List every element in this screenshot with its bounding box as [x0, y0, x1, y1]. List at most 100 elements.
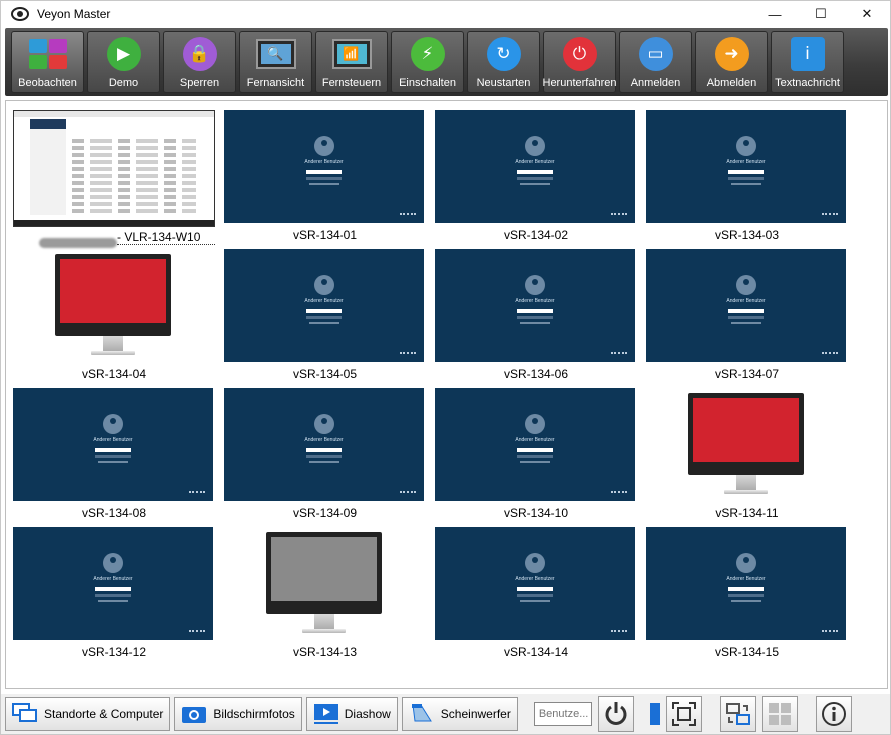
computer-tile[interactable]: Anderer Benutzer vSR-134-06 [435, 249, 637, 385]
spotlight-label: Scheinwerfer [440, 707, 511, 721]
login-screen-thumbnail: Anderer Benutzer [435, 388, 635, 501]
user-avatar-icon [525, 414, 545, 434]
computer-tile[interactable]: Anderer Benutzer vSR-134-03 [646, 110, 848, 246]
tiles-icon [28, 37, 68, 71]
grid-icon [768, 703, 791, 725]
computer-name: - VLR-134-W10 [117, 230, 215, 245]
computer-tile[interactable]: Anderer Benutzer vSR-134-12 [13, 527, 215, 663]
login-screen-thumbnail: Anderer Benutzer [13, 527, 213, 640]
computer-tile[interactable]: Anderer Benutzer vSR-134-14 [435, 527, 637, 663]
computer-name: vSR-134-07 [714, 367, 780, 381]
login-user-label: Anderer Benutzer [515, 159, 555, 165]
computer-name: vSR-134-09 [292, 506, 358, 520]
fit-to-window-button[interactable] [665, 696, 702, 732]
user-avatar-icon [525, 275, 545, 295]
offline-monitor-red-icon [688, 393, 804, 503]
computer-name: vSR-134-02 [503, 228, 569, 242]
computer-name: vSR-134-10 [503, 506, 569, 520]
toolbar-button-label: Fernansicht [246, 77, 305, 89]
computer-tile[interactable]: Anderer Benutzer vSR-134-05 [224, 249, 426, 385]
computer-tile[interactable]: Anderer Benutzer vSR-134-15 [646, 527, 848, 663]
computer-tile[interactable]: Anderer Benutzer vSR-134-10 [435, 388, 637, 524]
slideshow-label: Diashow [344, 707, 391, 721]
offline-monitor-red-icon [55, 254, 171, 364]
power-toggle-button[interactable] [597, 696, 634, 732]
computer-tile[interactable]: Anderer Benutzer vSR-134-07 [646, 249, 848, 385]
user-avatar-icon [103, 414, 123, 434]
maximize-button[interactable]: ☐ [798, 1, 844, 27]
redacted-user-name [39, 238, 117, 248]
computer-tile[interactable]: vSR-134-13 [224, 527, 426, 663]
camera-icon [181, 703, 207, 725]
toolbar-button-fernsteuern[interactable]: 📶 Fernsteuern [315, 31, 388, 93]
computer-name: vSR-134-12 [81, 645, 147, 659]
login-screen-thumbnail: Anderer Benutzer [646, 110, 846, 223]
toolbar-button-label: Sperren [179, 77, 220, 89]
login-screen-thumbnail: Anderer Benutzer [13, 388, 213, 501]
monitors-icon [12, 703, 38, 725]
computer-tile[interactable]: - VLR-134-W10 [13, 110, 215, 248]
restart-icon: ↻ [486, 37, 521, 71]
offline-monitor-grey-icon [266, 532, 382, 642]
computer-tile[interactable]: Anderer Benutzer vSR-134-08 [13, 388, 215, 524]
monitor-wifi-icon: 📶 [331, 37, 372, 71]
computer-tile[interactable]: vSR-134-04 [13, 249, 215, 385]
auto-arrange-button[interactable] [719, 696, 756, 732]
toolbar-button-label: Neustarten [476, 77, 531, 89]
slideshow-icon [313, 703, 339, 725]
toolbar-button-sperren[interactable]: 🔒 Sperren [163, 31, 236, 93]
computer-name: vSR-134-03 [714, 228, 780, 242]
spotlight-button[interactable]: Scheinwerfer [401, 697, 518, 731]
user-avatar-icon [314, 414, 334, 434]
toolbar-button-neustarten[interactable]: ↻ Neustarten [467, 31, 540, 93]
toolbar-button-abmelden[interactable]: ➜ Abmelden [695, 31, 768, 93]
veyon-master-window: Veyon Master — ☐ ✕ Beobachten ▶ Demo 🔒 Sperr… [0, 0, 891, 735]
login-user-label: Anderer Benutzer [304, 437, 344, 443]
computer-name: vSR-134-08 [81, 506, 147, 520]
login-screen-thumbnail: Anderer Benutzer [435, 527, 635, 640]
message-icon: i [790, 37, 825, 71]
computer-tile[interactable]: Anderer Benutzer vSR-134-02 [435, 110, 637, 246]
login-card-icon: ▭ [638, 37, 673, 71]
computer-tile[interactable]: Anderer Benutzer vSR-134-01 [224, 110, 426, 246]
close-button[interactable]: ✕ [844, 1, 890, 27]
user-avatar-icon [314, 275, 334, 295]
login-screen-thumbnail: Anderer Benutzer [646, 527, 846, 640]
user-filter-input[interactable] [533, 702, 592, 726]
user-avatar-icon [736, 136, 756, 156]
login-user-label: Anderer Benutzer [726, 576, 766, 582]
user-avatar-icon [736, 553, 756, 573]
minimize-button[interactable]: — [752, 1, 798, 27]
toolbar-button-anmelden[interactable]: ▭ Anmelden [619, 31, 692, 93]
computer-tile[interactable]: vSR-134-11 [646, 388, 848, 524]
computer-name: vSR-134-05 [292, 367, 358, 381]
login-user-label: Anderer Benutzer [515, 437, 555, 443]
toolbar-button-demo[interactable]: ▶ Demo [87, 31, 160, 93]
user-avatar-icon [314, 136, 334, 156]
toolbar-button-herunterfahren[interactable]: ⏻ Herunterfahren [543, 31, 617, 93]
veyon-eye-icon [11, 7, 29, 21]
computer-name: vSR-134-06 [503, 367, 569, 381]
locations-computers-button[interactable]: Standorte & Computer [5, 697, 171, 731]
user-avatar-icon [736, 275, 756, 295]
login-screen-thumbnail: Anderer Benutzer [224, 388, 424, 501]
zoom-slider[interactable] [649, 703, 660, 725]
toolbar-button-einschalten[interactable]: ⚡ Einschalten [391, 31, 464, 93]
toolbar-button-beobachten[interactable]: Beobachten [11, 31, 84, 93]
window-controls: — ☐ ✕ [752, 1, 890, 27]
toolbar-button-fernansicht[interactable]: 🔍 Fernansicht [239, 31, 312, 93]
toolbar-button-label: Anmelden [630, 77, 681, 89]
screenshots-button[interactable]: Bildschirmfotos [174, 697, 302, 731]
window-title: Veyon Master [37, 7, 111, 21]
slideshow-button[interactable]: Diashow [305, 697, 398, 731]
grid-layout-button[interactable] [761, 696, 798, 732]
computer-name: vSR-134-04 [81, 367, 147, 381]
feature-toolbar: Beobachten ▶ Demo 🔒 Sperren 🔍 Fernansicht 📶 Fern… [5, 28, 888, 96]
computer-tile[interactable]: Anderer Benutzer vSR-134-09 [224, 388, 426, 524]
presentation-icon: ▶ [106, 37, 141, 71]
computer-name: vSR-134-01 [292, 228, 358, 242]
about-button[interactable] [815, 696, 852, 732]
power-icon [605, 702, 627, 725]
title-bar: Veyon Master — ☐ ✕ [1, 1, 890, 27]
toolbar-button-textnachricht[interactable]: i Textnachricht [771, 31, 844, 93]
